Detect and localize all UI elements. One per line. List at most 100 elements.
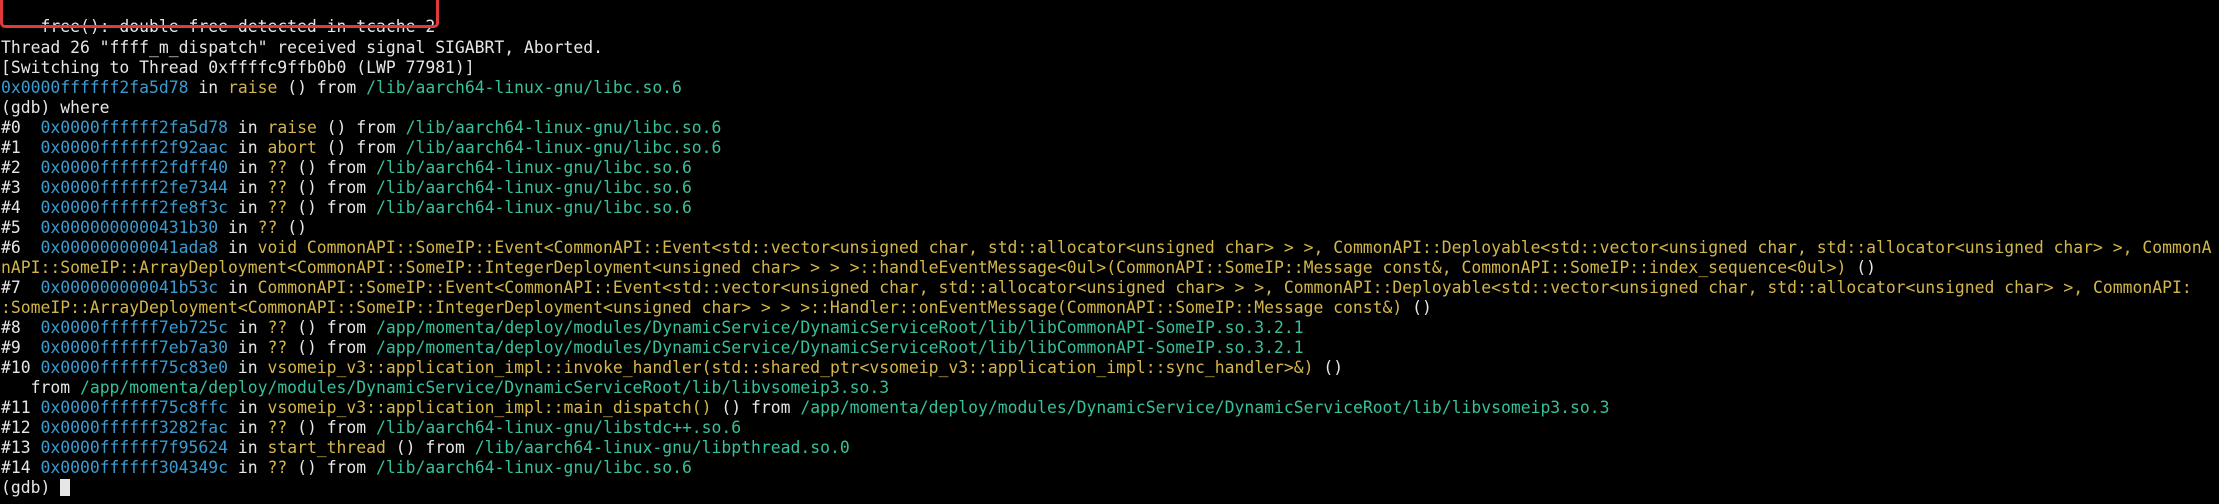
frame-address: 0x0000ffffff304349c xyxy=(40,458,228,477)
frame-number: #8 xyxy=(1,318,41,337)
in-keyword: in xyxy=(227,138,268,157)
backtrace-frame: #5 0x0000000000431b30 in ?? () xyxy=(1,218,307,238)
frame-library-path: /lib/aarch64-linux-gnu/libpthread.so.0 xyxy=(474,438,850,457)
frame-address: 0x0000ffffff2f92aac xyxy=(40,138,228,157)
frame-function: ?? xyxy=(267,338,288,357)
signal-text: Thread 26 "ffff_m_dispatch" received sig… xyxy=(1,38,603,57)
backtrace-frame: #11 0x0000ffffff75c8ffc in vsomeip_v3::a… xyxy=(1,398,1610,418)
frame-address: 0x0000ffffff7eb7a30 xyxy=(40,338,228,357)
frame-number: #10 xyxy=(1,358,41,377)
from-keyword: () from xyxy=(287,198,377,217)
frame-function: ?? xyxy=(257,218,278,237)
frame-function: ?? xyxy=(267,198,288,217)
frame-library-path: /lib/aarch64-linux-gnu/libc.so.6 xyxy=(366,78,682,97)
frame-address: 0x0000ffffff2fa5d78 xyxy=(40,118,228,137)
backtrace-frame: #2 0x0000ffffff2fdff40 in ?? () from /li… xyxy=(1,158,692,178)
frame-number: #5 xyxy=(1,218,41,237)
in-keyword: in xyxy=(227,438,268,457)
text-cursor[interactable] xyxy=(60,479,71,496)
frame-number: #9 xyxy=(1,338,41,357)
backtrace-frame: #0 0x0000ffffff2fa5d78 in raise () from … xyxy=(1,118,721,138)
frame-library-path: /lib/aarch64-linux-gnu/libc.so.6 xyxy=(376,158,692,177)
frame-library-path: /app/momenta/deploy/modules/DynamicServi… xyxy=(376,318,1304,337)
backtrace-frame: #13 0x0000ffffff7f95624 in start_thread … xyxy=(1,438,850,458)
frame-number: #12 xyxy=(1,418,41,437)
frame-function: CommonAPI::SomeIP::Event<CommonAPI::Even… xyxy=(257,278,2192,297)
frame-address: 0x0000ffffff75c83e0 xyxy=(40,358,228,377)
gdb-prompt: (gdb) xyxy=(1,478,61,497)
backtrace-frame-continuation: from /app/momenta/deploy/modules/Dynamic… xyxy=(1,378,890,398)
error-highlight-box xyxy=(0,0,439,28)
frame-library-path: /lib/aarch64-linux-gnu/libc.so.6 xyxy=(376,198,692,217)
frame-function-continued: :SomeIP::ArrayDeployment<CommonAPI::Some… xyxy=(1,298,1403,317)
frame-address: 0x0000ffffff7f95624 xyxy=(40,438,228,457)
backtrace-frame: #7 0x000000000041b53c in CommonAPI::Some… xyxy=(1,278,2192,298)
frame-function-continued: nAPI::SomeIP::ArrayDeployment<CommonAPI:… xyxy=(1,258,1847,277)
in-keyword: in xyxy=(218,218,258,237)
frame-number: #0 xyxy=(1,118,41,137)
frame-number: #2 xyxy=(1,158,41,177)
signal-line: Thread 26 "ffff_m_dispatch" received sig… xyxy=(1,38,603,58)
frame-address: 0x000000000041b53c xyxy=(40,278,219,297)
backtrace-frame: #4 0x0000ffffff2fe8f3c in ?? () from /li… xyxy=(1,198,692,218)
backtrace-frame: #3 0x0000ffffff2fe7344 in ?? () from /li… xyxy=(1,178,692,198)
frame-address: 0x0000ffffff2fe8f3c xyxy=(40,198,228,217)
from-keyword: () from xyxy=(316,118,406,137)
frame-number: #13 xyxy=(1,438,41,457)
frame-library-path: /lib/aarch64-linux-gnu/libstdc++.so.6 xyxy=(376,418,742,437)
frame-function: void CommonAPI::SomeIP::Event<CommonAPI:… xyxy=(257,238,2212,257)
frame-address: 0x0000ffffff3282fac xyxy=(40,418,228,437)
backtrace-frame: #8 0x0000ffffff7eb725c in ?? () from /ap… xyxy=(1,318,1304,338)
frame-function: ?? xyxy=(267,458,288,477)
frame-args: () xyxy=(1402,298,1432,317)
frame-library-path: /lib/aarch64-linux-gnu/libc.so.6 xyxy=(405,138,722,157)
backtrace-frame: #6 0x000000000041ada8 in void CommonAPI:… xyxy=(1,238,2211,258)
from-keyword: from xyxy=(1,378,80,397)
switch-thread-text: [Switching to Thread 0xffffc9ffb0b0 (LWP… xyxy=(1,58,475,77)
frame-args: () xyxy=(277,218,307,237)
frame-address: 0x0000000000431b30 xyxy=(40,218,219,237)
switch-thread-line: [Switching to Thread 0xffffc9ffb0b0 (LWP… xyxy=(1,58,475,78)
in-keyword: in xyxy=(218,238,258,257)
frame-number: #6 xyxy=(1,238,41,257)
frame-function: abort xyxy=(267,138,317,157)
frame-number: #4 xyxy=(1,198,41,217)
frame-library-path: /app/momenta/deploy/modules/DynamicServi… xyxy=(800,398,1610,417)
from-keyword: () from xyxy=(287,458,377,477)
frame-function: raise xyxy=(227,78,278,97)
frame-number: #7 xyxy=(1,278,41,297)
frame-function: start_thread xyxy=(267,438,386,457)
frame-address: 0x0000ffffff7eb725c xyxy=(40,318,228,337)
in-keyword: in xyxy=(227,338,268,357)
frame-function: raise xyxy=(267,118,317,137)
frame-args: () xyxy=(1846,258,1876,277)
terminal-window[interactable]: free(): double free detected in tcache 2… xyxy=(0,0,2219,504)
where-command: (gdb) where xyxy=(1,98,110,117)
frame-function: ?? xyxy=(267,318,288,337)
backtrace-frame: #10 0x0000ffffff75c83e0 in vsomeip_v3::a… xyxy=(1,358,1343,378)
frame-address: 0x000000000041ada8 xyxy=(40,238,219,257)
in-keyword: in xyxy=(227,318,268,337)
where-command-line: (gdb) where xyxy=(1,98,110,118)
from-keyword: () from xyxy=(287,158,377,177)
frame-library-path: /app/momenta/deploy/modules/DynamicServi… xyxy=(79,378,890,397)
gdb-prompt-line[interactable]: (gdb) xyxy=(1,478,71,498)
in-keyword: in xyxy=(227,358,268,377)
frame-number: #14 xyxy=(1,458,41,477)
from-keyword: () from xyxy=(316,138,406,157)
in-keyword: in xyxy=(188,78,228,97)
frame-function: vsomeip_v3::application_impl::invoke_han… xyxy=(267,358,1314,377)
frame-library-path: /lib/aarch64-linux-gnu/libc.so.6 xyxy=(376,458,692,477)
frame-function: ?? xyxy=(267,418,288,437)
frame-address: 0x0000ffffff75c8ffc xyxy=(40,398,228,417)
frame-function: ?? xyxy=(267,158,288,177)
from-keyword: () from xyxy=(711,398,801,417)
in-keyword: in xyxy=(227,458,268,477)
frame-library-path: /lib/aarch64-linux-gnu/libc.so.6 xyxy=(405,118,722,137)
frame-address: 0x0000ffffff2fa5d78 xyxy=(1,78,189,97)
frame-number: #1 xyxy=(1,138,41,157)
in-keyword: in xyxy=(227,118,268,137)
from-keyword: () from xyxy=(287,418,377,437)
frame-number: #3 xyxy=(1,178,41,197)
backtrace-frame: #9 0x0000ffffff7eb7a30 in ?? () from /ap… xyxy=(1,338,1304,358)
